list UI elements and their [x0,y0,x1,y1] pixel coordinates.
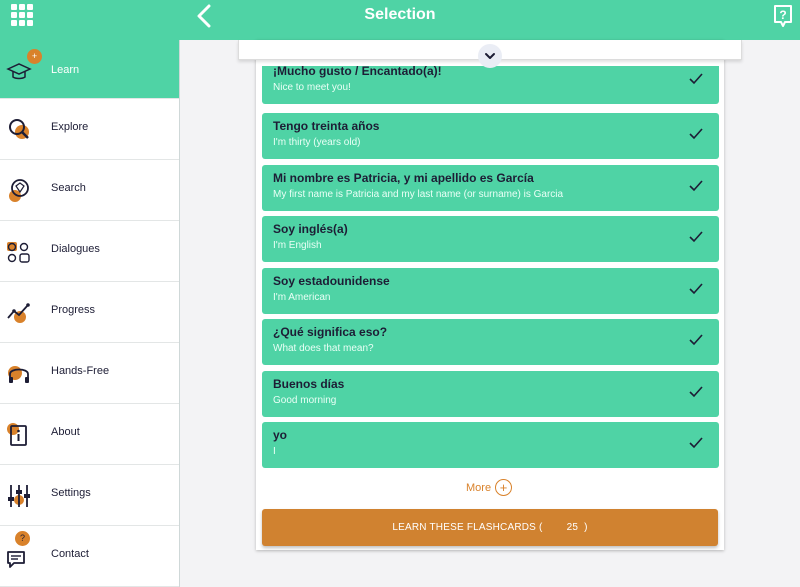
sidebar-item-label: About [51,426,80,438]
check-icon [689,283,703,295]
phrase-english: My first name is Patricia and my last na… [273,189,564,200]
phrase-spanish: yo [273,428,288,442]
phrase-english: Nice to meet you! [273,82,351,93]
phrase-spanish: Mi nombre es Patricia, y mi apellido es … [273,171,534,185]
phrase-spanish: ¿Qué significa eso? [273,325,388,339]
phrase-card[interactable]: ¡Mucho gusto / Encantado(a)! Nice to mee… [262,66,719,104]
check-icon [689,128,703,140]
phrase-spanish: Soy inglés(a) [273,222,348,236]
more-button[interactable]: More + [466,479,513,496]
top-bar: Selection ? [0,0,800,40]
sidebar-item-label: Learn [51,64,80,76]
check-icon [689,180,703,192]
progress-chart-icon [7,303,30,323]
phrase-english: I'm English [273,240,322,251]
check-icon [689,437,703,449]
expand-button[interactable] [478,44,502,68]
check-icon [689,73,703,85]
phrase-spanish: Buenos días [273,377,345,391]
phrase-card[interactable]: Mi nombre es Patricia, y mi apellido es … [262,165,719,211]
chevron-down-icon [485,53,495,59]
phrase-list: ¡Mucho gusto / Encantado(a)! Nice to mee… [262,66,719,468]
phrase-card[interactable]: Soy inglés(a) I'm English [262,216,719,262]
sidebar-item-hands-free[interactable]: Hands-Free [0,343,179,404]
page-title: Selection [364,6,436,23]
headphones-icon [8,366,29,383]
phrase-english: I [273,446,276,457]
sidebar-item-progress[interactable]: Progress [0,282,179,343]
phrase-english: What does that mean? [273,343,374,354]
phrase-card[interactable]: yo I [262,422,719,468]
chat-bubble-icon [7,551,25,568]
phrase-spanish: Soy estadounidense [273,274,390,288]
magnifier-explore-icon [9,119,29,139]
diamond-search-icon [9,179,29,202]
phrase-card[interactable]: ¿Qué significa eso? What does that mean? [262,319,719,365]
learn-label-suffix: ) [584,522,588,533]
sidebar-item-about[interactable]: About [0,404,179,465]
sidebar-item-label: Dialogues [51,243,100,255]
more-label: More [466,481,492,494]
phrase-spanish: Tengo treinta años [273,119,380,133]
sidebar-item-explore[interactable]: Explore [0,99,179,160]
sidebar-item-settings[interactable]: Settings [0,465,179,526]
sliders-icon [8,485,30,507]
sidebar-item-contact[interactable]: ? Contact [0,526,179,587]
phrase-spanish: ¡Mucho gusto / Encantado(a)! [273,66,442,78]
sidebar-item-label: Explore [51,121,89,133]
sidebar: + Learn Explore Search Dialogues Progres… [0,40,180,587]
graduation-cap-icon [6,63,32,80]
learn-label: LEARN THESE FLASHCARDS ( [392,522,543,533]
learn-flashcards-button[interactable]: LEARN THESE FLASHCARDS ( 25 ) [262,509,718,546]
sidebar-item-label: Search [51,182,86,194]
question-badge: ? [15,531,30,546]
help-icon[interactable]: ? [773,4,793,28]
check-icon [689,231,703,243]
phrase-card[interactable]: Buenos días Good morning [262,371,719,417]
info-icon [7,423,27,446]
dialogue-people-icon [7,242,30,263]
phrase-english: I'm thirty (years old) [273,137,361,148]
new-badge: + [27,49,42,64]
sidebar-item-learn[interactable]: + Learn [0,40,179,99]
sidebar-item-label: Hands-Free [51,365,110,377]
phrase-english: I'm American [273,292,331,303]
phrase-card[interactable]: Tengo treinta años I'm thirty (years old… [262,113,719,159]
phrase-card[interactable]: Soy estadounidense I'm American [262,268,719,314]
svg-text:?: ? [779,8,786,22]
check-icon [689,334,703,346]
sidebar-item-label: Progress [51,304,96,316]
phrase-english: Good morning [273,395,337,406]
plus-circle-icon: + [495,479,513,496]
sidebar-item-label: Settings [51,487,91,499]
sidebar-item-label: Contact [51,548,89,560]
sidebar-item-dialogues[interactable]: Dialogues [0,221,179,282]
flashcard-count: 25 [566,522,579,533]
sidebar-item-search[interactable]: Search [0,160,179,221]
check-icon [689,386,703,398]
